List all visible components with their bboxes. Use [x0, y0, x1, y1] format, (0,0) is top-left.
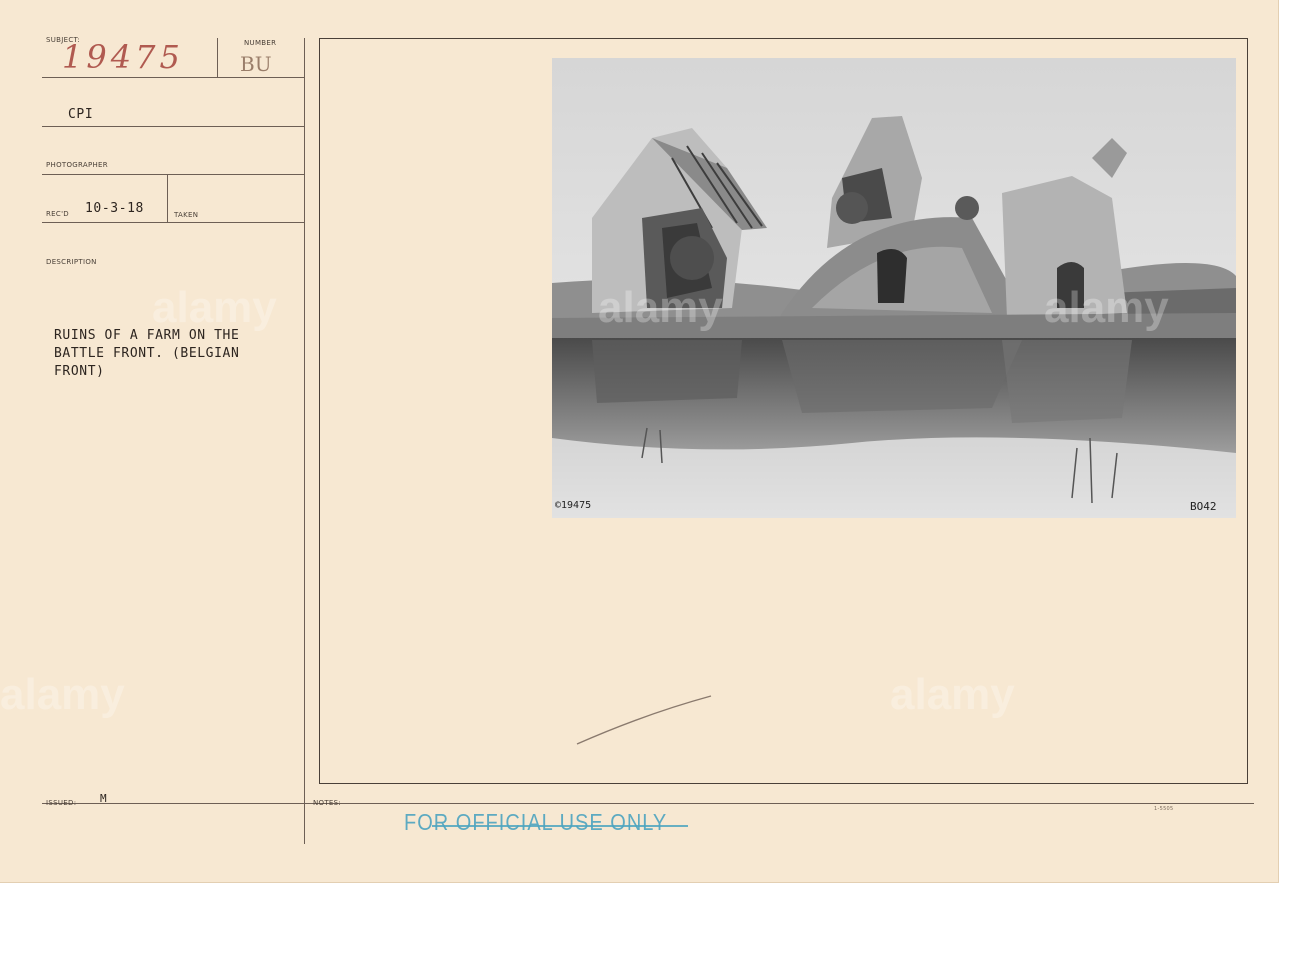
subject-number: 19475: [62, 38, 184, 76]
photographer-label: PHOTOGRAPHER: [46, 161, 108, 169]
pencil-mark: [576, 695, 712, 745]
received-date: 10-3-18: [85, 201, 144, 216]
watermark: alamy: [598, 283, 723, 332]
archive-record-card: SUBJECT: 19475 NUMBER BU CPI PHOTOGRAPHE…: [0, 0, 1279, 883]
issued-value: M: [100, 792, 108, 805]
description-line: BATTLE FRONT. (BELGIAN: [54, 346, 240, 361]
number-value: BU: [240, 52, 272, 76]
issued-label: ISSUED:: [46, 799, 77, 807]
received-label: REC'D: [46, 210, 69, 218]
form-code: 1-5505: [1154, 806, 1174, 812]
taken-label: TAKEN: [174, 211, 199, 219]
rule: [42, 126, 305, 127]
watermark: alamy: [0, 670, 125, 719]
description-label: DESCRIPTION: [46, 258, 97, 266]
rule: [42, 222, 305, 223]
description-line: FRONT): [54, 364, 105, 379]
number-label: NUMBER: [244, 39, 277, 47]
official-use-stamp: FOR OFFICIAL USE ONLY: [404, 810, 668, 836]
watermark: alamy: [890, 670, 1015, 719]
organization: CPI: [68, 107, 94, 122]
watermark: alamy: [152, 283, 277, 332]
stamp-strike: [432, 825, 688, 827]
rule: [42, 803, 1254, 804]
notes-label: NOTES:: [313, 799, 342, 807]
watermark: alamy: [1044, 283, 1169, 332]
rule: [304, 38, 305, 844]
negative-number: ©19475: [555, 500, 592, 511]
rule: [217, 38, 218, 78]
rule: [42, 77, 305, 78]
photo-code: BO42: [1190, 500, 1217, 513]
rule: [167, 174, 168, 222]
rule: [42, 174, 305, 175]
